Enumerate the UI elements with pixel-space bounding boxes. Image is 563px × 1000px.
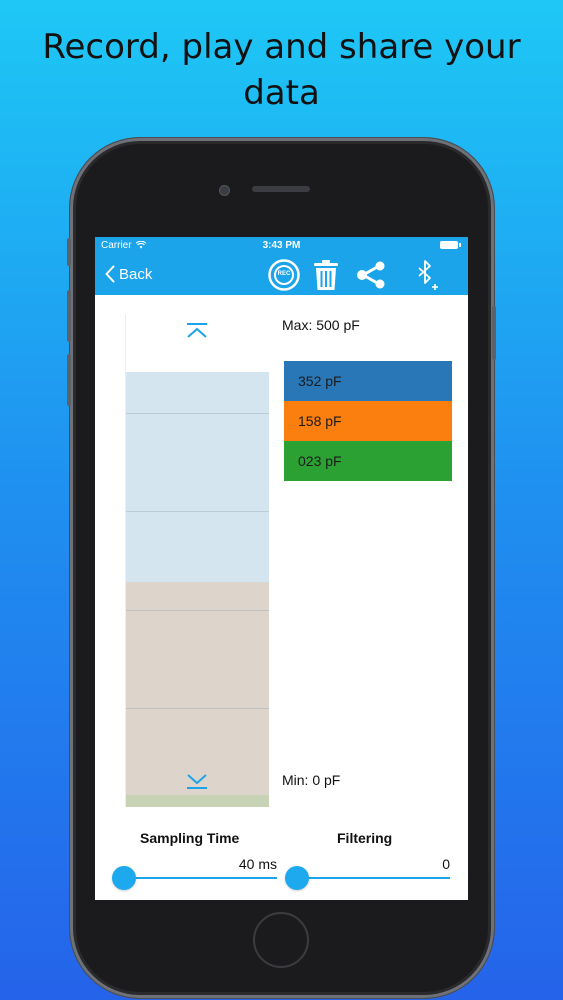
record-button[interactable]: REC <box>268 259 300 291</box>
sampling-time-slider-track[interactable] <box>113 877 277 879</box>
gauge-zone-lower <box>126 582 269 795</box>
bluetooth-connect-button[interactable] <box>413 259 441 293</box>
sampling-time-value: 40 ms <box>238 856 277 872</box>
filtering-label: Filtering <box>337 830 393 846</box>
level-gauge[interactable] <box>125 314 269 807</box>
record-badge-text: REC <box>277 271 291 277</box>
scroll-bottom-button[interactable] <box>184 772 210 790</box>
back-label: Back <box>119 265 153 283</box>
min-value-label: Min: 0 pF <box>282 772 341 788</box>
gauge-gridline <box>126 708 269 709</box>
trash-icon <box>314 260 338 290</box>
gauge-gridline <box>126 511 269 512</box>
phone-power-button <box>492 306 496 360</box>
filtering-value: 0 <box>442 856 450 872</box>
phone-camera <box>219 185 230 196</box>
share-button[interactable] <box>356 261 386 289</box>
scroll-top-button[interactable] <box>184 322 210 340</box>
home-button[interactable] <box>253 912 309 968</box>
gauge-zone-bottom <box>126 795 269 807</box>
nav-bar: Carrier 3:43 PM Back REC <box>95 237 468 295</box>
phone-volume-up <box>67 290 71 342</box>
readings-legend: 352 pF 158 pF 023 pF <box>284 361 452 481</box>
status-bar: Carrier 3:43 PM <box>95 237 468 255</box>
chevron-up-bar-icon <box>187 323 207 338</box>
phone-volume-down <box>67 354 71 406</box>
gauge-gridline <box>126 610 269 611</box>
sampling-time-slider-thumb[interactable] <box>112 866 136 890</box>
legend-value: 023 pF <box>298 453 342 469</box>
filtering-slider-thumb[interactable] <box>285 866 309 890</box>
headline: Record, play and share your data <box>0 24 563 116</box>
share-icon <box>357 261 385 289</box>
headline-line-1: Record, play and share your <box>42 27 521 67</box>
filtering-slider-track[interactable] <box>287 877 450 879</box>
phone-mute-switch <box>67 238 71 266</box>
headline-line-2: data <box>243 73 320 113</box>
sampling-time-label: Sampling Time <box>140 830 240 846</box>
chevron-left-icon <box>105 265 115 283</box>
battery-icon <box>440 241 461 249</box>
phone-speaker <box>252 186 310 192</box>
status-time: 3:43 PM <box>262 240 301 251</box>
legend-item-2: 158 pF <box>284 401 452 441</box>
legend-item-3: 023 pF <box>284 441 452 481</box>
chevron-down-bar-icon <box>187 774 207 789</box>
back-button[interactable]: Back <box>105 265 152 283</box>
max-value-label: Max: 500 pF <box>282 317 360 333</box>
legend-item-1: 352 pF <box>284 361 452 401</box>
app-screen: Carrier 3:43 PM Back REC Max: 500 pF Min… <box>95 237 468 900</box>
bluetooth-plus-icon <box>418 260 438 290</box>
legend-value: 352 pF <box>298 373 342 389</box>
delete-button[interactable] <box>312 259 340 291</box>
gauge-gridline <box>126 413 269 414</box>
legend-value: 158 pF <box>298 413 342 429</box>
gauge-zone-upper <box>126 372 269 582</box>
